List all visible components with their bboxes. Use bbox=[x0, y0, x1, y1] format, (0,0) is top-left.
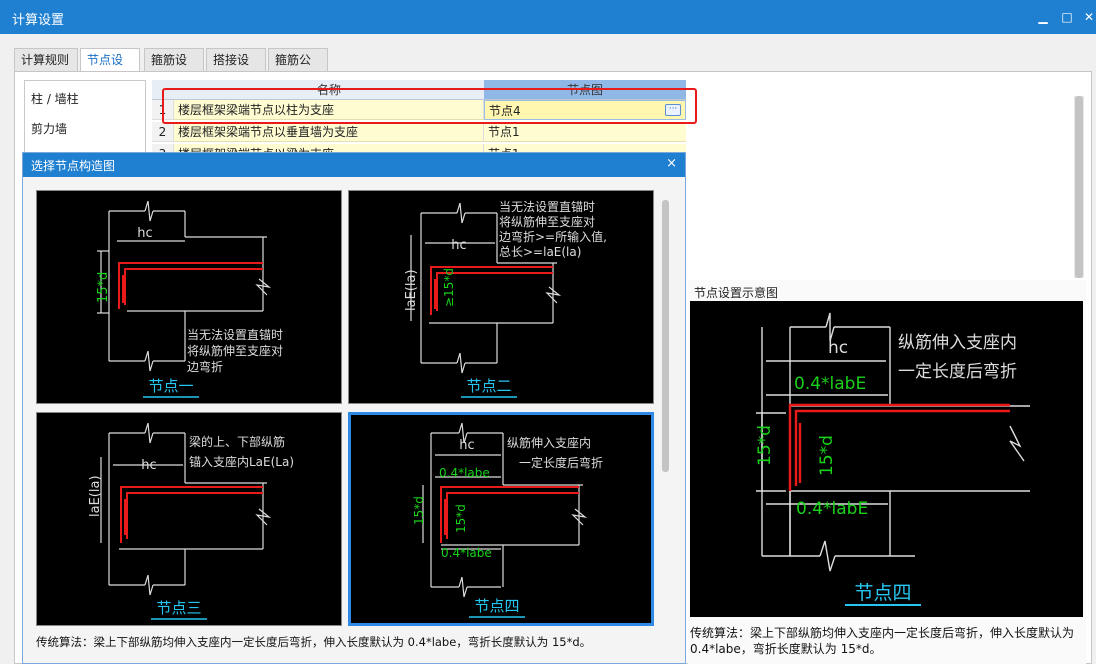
node-1-svg: hc 15*d 当无法设置直锚时 将纵筋伸至支座对 边弯折 节点一 bbox=[96, 200, 283, 398]
node-3-thumbnail[interactable]: hc laE(la) 梁的上、下部纵筋 锚入支座内LaE(La) 节点三 bbox=[36, 412, 342, 626]
preview-label: 节点设置示意图 bbox=[694, 286, 779, 300]
preview-vertical-dim-1: 15*d bbox=[755, 425, 775, 466]
close-button[interactable]: ✕ bbox=[1080, 8, 1096, 26]
node-2-la-dim: laE(la) bbox=[404, 269, 419, 311]
node-3-svg: hc laE(la) 梁的上、下部纵筋 锚入支座内LaE(La) 节点三 bbox=[88, 422, 294, 620]
node-2-vertical-dim: ≥15*d bbox=[442, 268, 456, 307]
table-scrollbar[interactable] bbox=[1074, 96, 1084, 278]
title-bar: 计算设置 ▁ □ ✕ bbox=[0, 0, 1096, 34]
preview-text-2: 一定长度后弯折 bbox=[898, 362, 1017, 382]
preview-caption: 节点四 bbox=[854, 582, 911, 604]
node-4-vertical-dim-1: 15*d bbox=[412, 496, 426, 525]
node-4-text-2: 一定长度后弯折 bbox=[519, 455, 603, 470]
node-2-text-3: 边弯折>=所输入值, bbox=[499, 229, 607, 244]
node-2-caption: 节点二 bbox=[466, 377, 511, 395]
preview-bottom-dim: 0.4*labE bbox=[796, 499, 868, 519]
tab-calc-rules[interactable]: 计算规则 bbox=[14, 48, 78, 72]
tab-node-settings[interactable]: 节点设置 bbox=[80, 48, 140, 89]
preview-hc-label: hc bbox=[828, 338, 848, 358]
tab-stirrup-settings[interactable]: 箍筋设置 bbox=[144, 48, 204, 89]
row-number: 2 bbox=[152, 122, 174, 142]
tab-stirrup-formula[interactable]: 箍筋公式 bbox=[268, 48, 328, 89]
scrollbar-thumb[interactable] bbox=[1075, 96, 1083, 278]
dialog-scrollbar-thumb[interactable] bbox=[662, 200, 669, 472]
preview-text-1: 纵筋伸入支座内 bbox=[898, 333, 1017, 353]
node-1-text-3: 边弯折 bbox=[187, 359, 223, 374]
node-value-cell[interactable]: 节点1 bbox=[484, 122, 686, 142]
node-3-text-2: 锚入支座内LaE(La) bbox=[189, 454, 294, 469]
node-2-svg: hc laE(la) ≥15*d 当无法设置直锚时 将纵筋伸至支座对 边弯折>=… bbox=[404, 199, 607, 398]
node-4-svg: hc 0.4*labe 0.4*labe 15*d 15*d 纵筋伸入支座内 一… bbox=[412, 422, 603, 618]
node-4-caption: 节点四 bbox=[474, 597, 519, 615]
preview-top-dim: 0.4*labE bbox=[794, 374, 866, 394]
minimize-button[interactable]: ▁ bbox=[1034, 8, 1052, 26]
node-2-hc: hc bbox=[451, 238, 466, 253]
node-1-thumbnail[interactable]: hc 15*d 当无法设置直锚时 将纵筋伸至支座对 边弯折 节点一 bbox=[36, 190, 342, 404]
list-item-column[interactable]: 柱 / 墙柱 bbox=[31, 90, 79, 107]
tab-lap-settings[interactable]: 搭接设置 bbox=[206, 48, 266, 89]
window-title: 计算设置 bbox=[12, 13, 65, 28]
node-1-hc: hc bbox=[137, 226, 152, 241]
dialog-close-button[interactable]: × bbox=[666, 156, 677, 171]
node-4-hc: hc bbox=[459, 438, 474, 453]
node-1-caption: 节点一 bbox=[148, 377, 193, 395]
node-3-hc: hc bbox=[141, 458, 156, 473]
node-2-text-1: 当无法设置直锚时 bbox=[499, 199, 595, 214]
node-1-vertical-dim: 15*d bbox=[96, 272, 111, 303]
preview-svg: hc 纵筋伸入支座内 一定长度后弯折 0.4*labE 0.4*labE 15*… bbox=[755, 312, 1030, 606]
node-4-thumbnail[interactable]: hc 0.4*labe 0.4*labe 15*d 15*d 纵筋伸入支座内 一… bbox=[348, 412, 654, 626]
node-4-text-1: 纵筋伸入支座内 bbox=[507, 435, 591, 450]
list-item-shear-wall[interactable]: 剪力墙 bbox=[31, 120, 67, 137]
dialog-title-bar: 选择节点构造图 × bbox=[23, 153, 685, 177]
node-4-bottom-dim: 0.4*labe bbox=[441, 546, 492, 560]
node-3-caption: 节点三 bbox=[156, 599, 201, 617]
settings-window: 计算设置 ▁ □ ✕ 计算规则 节点设置 箍筋设置 搭接设置 箍筋公式 柱 / … bbox=[0, 0, 1096, 664]
dialog-title: 选择节点构造图 bbox=[31, 159, 116, 173]
node-2-thumbnail[interactable]: hc laE(la) ≥15*d 当无法设置直锚时 将纵筋伸至支座对 边弯折>=… bbox=[348, 190, 654, 404]
node-1-text-1: 当无法设置直锚时 bbox=[187, 327, 283, 342]
node-2-text-2: 将纵筋伸至支座对 bbox=[499, 214, 595, 229]
preview-note: 传统算法：梁上下部纵筋均伸入支座内一定长度后弯折，伸入长度默认为 0.4*lab… bbox=[690, 626, 1075, 656]
dialog-scrollbar[interactable] bbox=[660, 198, 670, 630]
dialog-note: 传统算法：梁上下部纵筋均伸入支座内一定长度后弯折，伸入长度默认为 0.4*lab… bbox=[36, 635, 592, 649]
table-row-name[interactable]: 楼层框架梁端节点以垂直墙为支座 bbox=[174, 122, 484, 142]
node-4-top-dim: 0.4*labe bbox=[439, 466, 490, 480]
node-1-text-2: 将纵筋伸至支座对 bbox=[187, 343, 283, 358]
node-4-vertical-dim-2: 15*d bbox=[454, 504, 468, 533]
node-3-text-1: 梁的上、下部纵筋 bbox=[189, 434, 285, 449]
highlight-box bbox=[162, 88, 697, 124]
maximize-button[interactable]: □ bbox=[1058, 8, 1076, 26]
preview-diagram: hc 纵筋伸入支座内 一定长度后弯折 0.4*labE 0.4*labE 15*… bbox=[690, 301, 1083, 617]
preview-vertical-dim-2: 15*d bbox=[817, 435, 837, 476]
node-2-text-4: 总长>=laE(la) bbox=[499, 245, 581, 259]
node-3-la-dim: laE(la) bbox=[88, 475, 103, 517]
